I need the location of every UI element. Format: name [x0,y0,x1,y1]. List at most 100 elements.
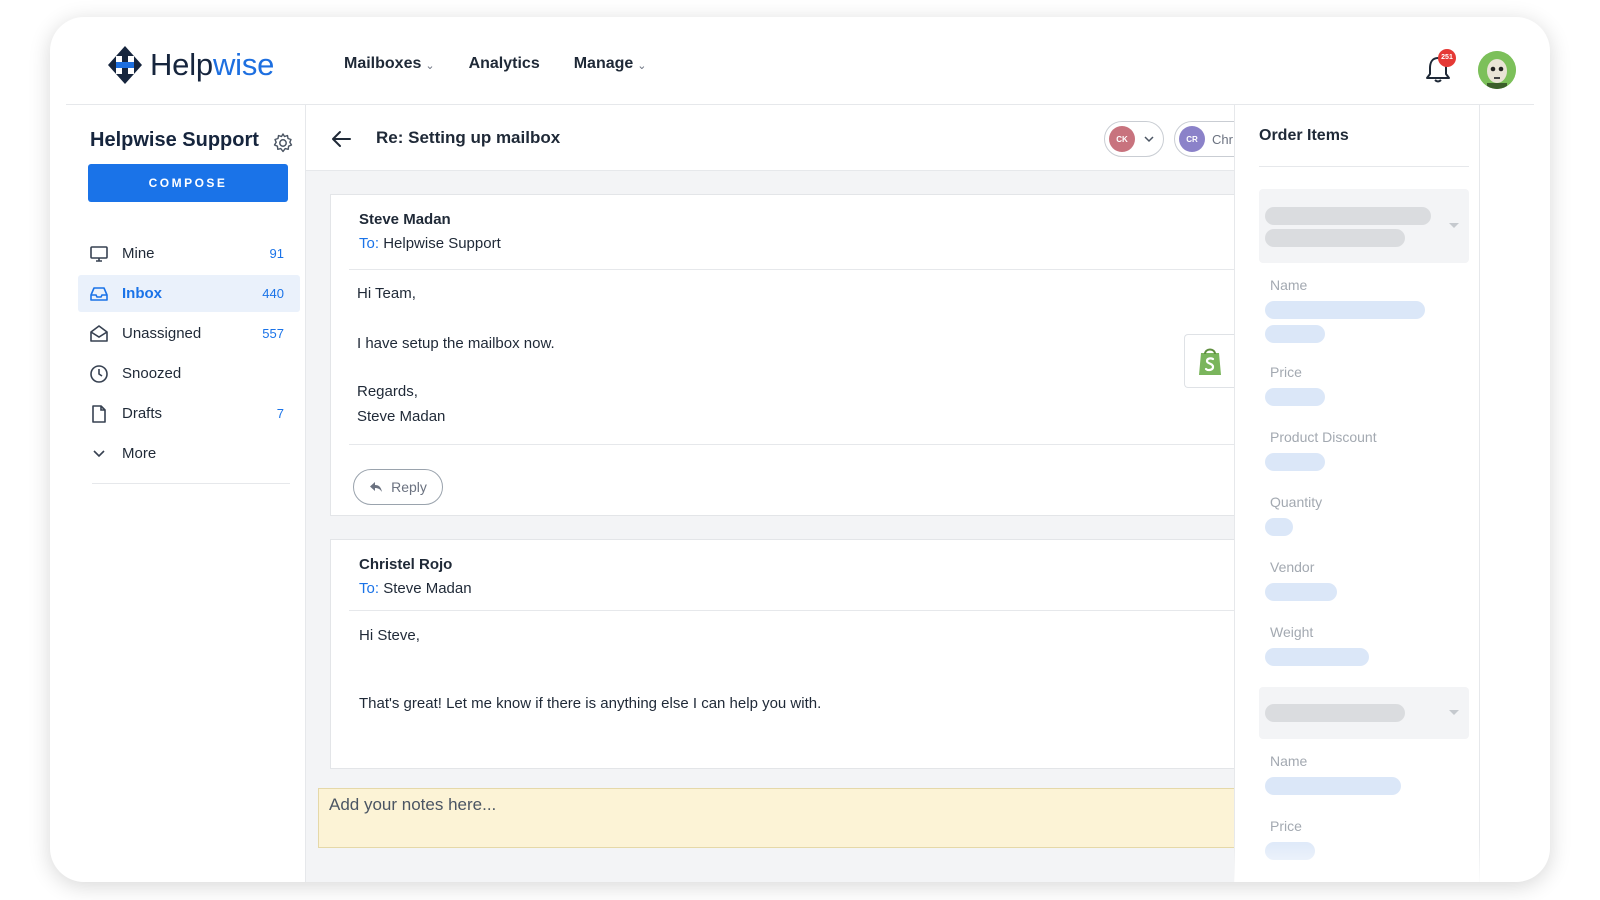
message-divider [349,610,1234,611]
main-nav: Mailboxes ⌄ Analytics Manage ⌄ [344,55,647,73]
nav-mailboxes[interactable]: Mailboxes ⌄ [344,55,435,73]
skeleton-bar [1265,518,1293,536]
panel-divider [1259,166,1469,167]
field-label-product-discount: Product Discount [1270,429,1377,445]
sidebar-item-label: Mine [122,245,155,262]
message-body-line: Steve Madan [357,408,446,425]
gear-icon[interactable] [272,132,294,154]
sidebar-item-snoozed[interactable]: Snoozed [78,355,300,392]
sidebar-item-label: Snoozed [122,365,182,382]
order-items-panel: Order Items Name Price Product Discount … [1234,105,1480,882]
reply-button-label: Reply [391,479,427,495]
logo-wordmark: Helpwise [150,47,275,82]
message-divider [349,444,1234,445]
sidebar-item-count: 7 [276,406,284,421]
sidebar: Helpwise Support COMPOSE Mine 91 Inbox 4… [66,105,306,882]
back-arrow-icon[interactable] [330,127,354,151]
inbox-icon [88,283,110,305]
skeleton-bar [1265,583,1337,601]
message-recipient: To: Helpwise Support [359,235,501,252]
skeleton-bar [1265,325,1325,343]
compose-button[interactable]: COMPOSE [88,164,288,202]
sidebar-item-label: Unassigned [122,325,202,342]
sidebar-item-count: 557 [262,326,284,341]
envelope-open-icon [88,323,110,345]
field-label-weight: Weight [1270,624,1314,640]
shopify-integration-button[interactable] [1184,334,1234,388]
message-card: Steve Madan To: Helpwise Support Hi Team… [330,194,1234,516]
caret-down-icon [1449,710,1459,715]
top-bar: Helpwise Mailboxes ⌄ Analytics Manage ⌄ … [66,17,1534,105]
message-divider [349,269,1234,270]
message-sender: Christel Rojo [359,556,453,573]
skeleton-bar [1265,704,1405,722]
shopify-bag-icon [1198,348,1221,375]
panel-fade [1234,837,1480,882]
notes-placeholder: Add your notes here... [329,795,497,814]
skeleton-bar [1265,229,1405,247]
chevron-down-icon: ⌄ [637,60,647,72]
caret-down-icon [1449,223,1459,228]
message-sender: Steve Madan [359,211,451,228]
skeleton-bar [1265,388,1325,406]
order-items-title: Order Items [1259,127,1349,144]
message-card: Christel Rojo To: Steve Madan Hi Steve, … [330,539,1234,769]
sidebar-item-mine[interactable]: Mine 91 [78,235,300,272]
skeleton-bar [1265,301,1425,319]
file-icon [88,403,110,425]
chevron-down-icon: ⌄ [425,60,435,72]
reply-arrow-icon [370,482,383,492]
notes-input[interactable]: Add your notes here... [318,788,1234,848]
sidebar-item-label: Inbox [122,285,162,302]
sidebar-item-label: Drafts [122,405,163,422]
message-body-line: That's great! Let me know if there is an… [359,695,822,712]
nav-analytics-label: Analytics [468,55,540,72]
nav-mailboxes-label: Mailboxes [344,55,422,72]
nav-analytics[interactable]: Analytics [469,55,540,73]
sidebar-item-more[interactable]: More [78,435,300,472]
field-label-price: Price [1270,364,1302,380]
skeleton-bar [1265,777,1401,795]
message-body-line: I have setup the mailbox now. [357,335,555,352]
collaborator-initials: CR [1179,126,1205,152]
skeleton-bar [1265,207,1431,225]
message-body-line: Regards, [357,383,418,400]
mailbox-menu: Mine 91 Inbox 440 Unassigned 557 Snoozed… [78,235,300,475]
sidebar-item-unassigned[interactable]: Unassigned 557 [78,315,300,352]
conversation-subject: Re: Setting up mailbox [376,128,561,147]
sidebar-divider [92,483,290,484]
message-body-line: Hi Steve, [359,627,420,644]
message-recipient: To: Steve Madan [359,580,472,597]
avatar-face-icon [1478,51,1516,89]
assignee-dropdown[interactable]: CK [1104,121,1164,157]
order-item-header[interactable] [1259,189,1469,263]
helpwise-logo[interactable]: Helpwise [104,43,274,87]
skeleton-bar [1265,453,1325,471]
conversation-header: Re: Setting up mailbox CK CR Chr [306,105,1254,171]
order-item-header[interactable] [1259,687,1469,739]
nav-manage[interactable]: Manage ⌄ [574,55,647,73]
reply-button[interactable]: Reply [353,469,443,505]
assignee-initials: CK [1109,126,1135,152]
nav-manage-label: Manage [573,55,634,72]
user-avatar[interactable] [1478,51,1516,89]
notification-badge: 251 [1438,49,1456,67]
helpwise-logo-icon [108,46,142,84]
sidebar-item-drafts[interactable]: Drafts 7 [78,395,300,432]
chevron-down-icon [1144,136,1154,143]
sidebar-item-label: More [122,445,157,462]
message-body-line: Hi Team, [357,285,416,302]
mailbox-title: Helpwise Support [90,129,259,151]
app-window: Helpwise Mailboxes ⌄ Analytics Manage ⌄ … [50,17,1550,882]
field-label-quantity: Quantity [1270,494,1323,510]
field-label-name: Name [1270,277,1308,293]
field-label-price: Price [1270,818,1302,834]
monitor-icon [88,243,110,265]
sidebar-item-inbox[interactable]: Inbox 440 [78,275,300,312]
sidebar-item-count: 440 [262,286,284,301]
clock-icon [88,363,110,385]
chevron-down-icon [88,443,110,465]
sidebar-item-count: 91 [269,246,284,261]
collaborator-name: Chr [1212,131,1233,147]
conversation-pane: Re: Setting up mailbox CK CR Chr Steve M… [306,105,1254,882]
